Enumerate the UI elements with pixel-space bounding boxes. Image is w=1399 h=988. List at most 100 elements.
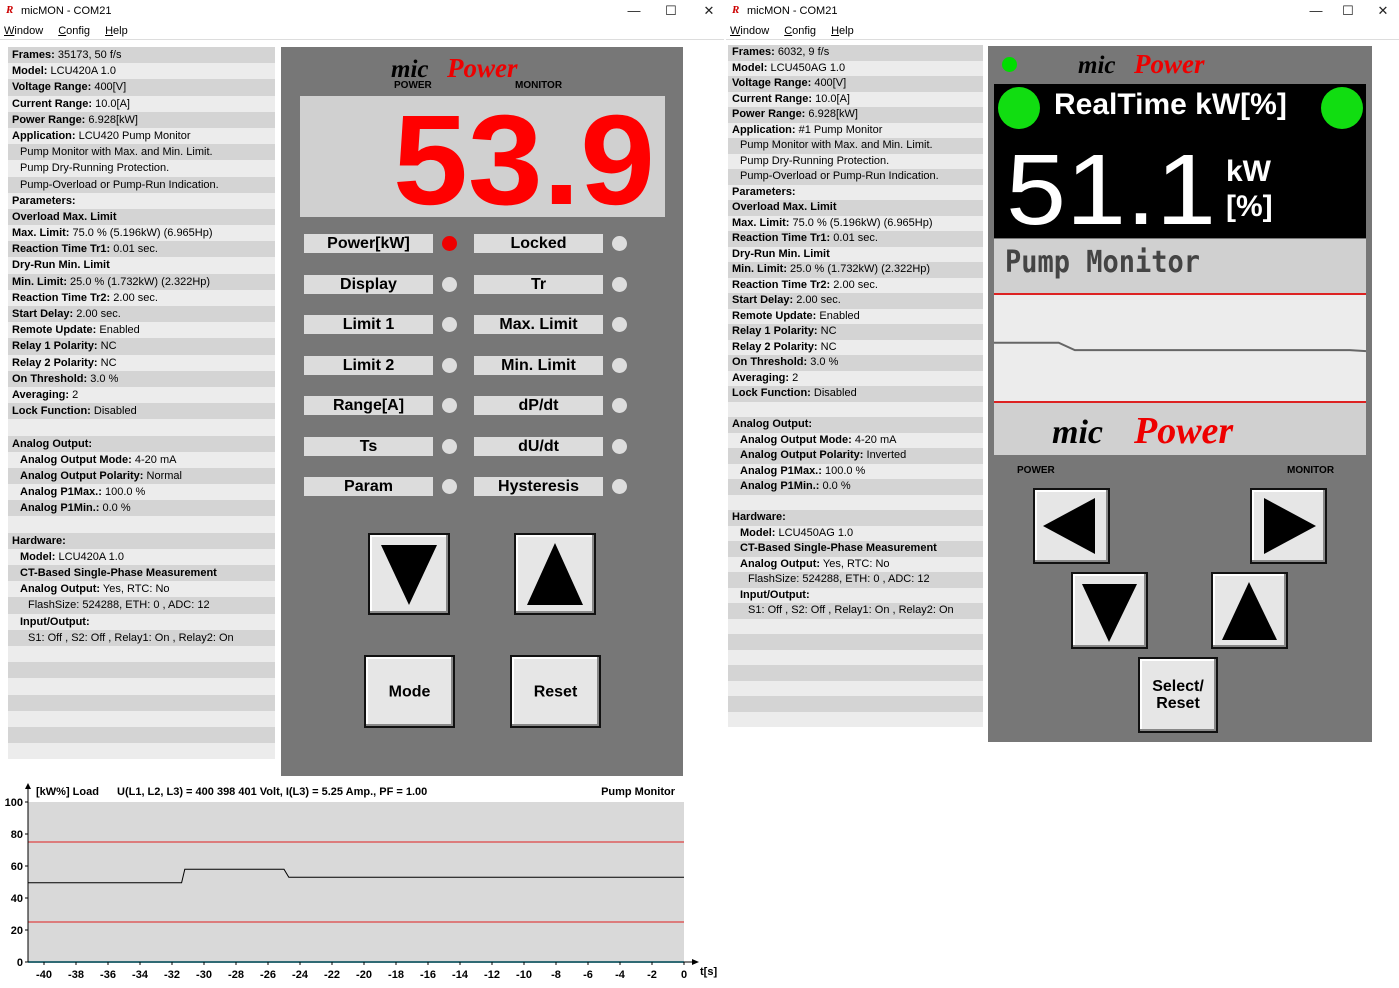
left-arrow-button[interactable]: [1033, 488, 1110, 564]
info-row: Analog Output: Yes, RTC: No: [728, 556, 983, 572]
info-key: Voltage Range:: [732, 77, 812, 89]
brand-power-label: POWER: [394, 80, 432, 91]
info-value: 75.0 % (5.196kW) (6.965Hp): [789, 216, 933, 229]
info-key: Overload Max. Limit: [732, 201, 837, 213]
info-key: Averaging:: [732, 371, 790, 384]
x-tick-label: -10: [516, 969, 532, 981]
function-button[interactable]: Param: [304, 477, 433, 496]
info-row: Analog Output:: [728, 417, 983, 433]
menu-config[interactable]: Config: [58, 22, 90, 40]
info-value: Pump-Overload or Pump-Run Indication.: [20, 178, 219, 191]
info-row: [728, 618, 983, 634]
close-icon[interactable]: ✕: [1371, 2, 1395, 20]
info-row: FlashSize: 524288, ETH: 0 , ADC: 12: [8, 597, 275, 614]
x-tick-label: -6: [583, 969, 593, 981]
function-button[interactable]: Max. Limit: [474, 315, 603, 334]
info-row: [8, 516, 275, 533]
info-row: Model: LCU420A 1.0: [8, 63, 275, 80]
info-row: [8, 645, 275, 663]
info-row: Min. Limit: 25.0 % (1.732kW) (2.322Hp): [728, 262, 983, 278]
info-value: 6.928[kW]: [85, 113, 138, 126]
mode-button[interactable]: Mode: [364, 655, 455, 728]
load-chart: 020406080100-40 -38 -36 -34 -32 -30 -28 -26 -24-…: [5, 783, 717, 981]
indicator-led: [612, 317, 627, 332]
info-key: Reaction Time Tr1:: [12, 243, 111, 256]
info-value: 100.0 %: [821, 464, 866, 477]
function-button[interactable]: Display: [304, 274, 433, 294]
info-row: Reaction Time Tr1: 0.01 sec.: [8, 241, 275, 258]
info-key: CT-Based Single-Phase Measurement: [20, 567, 217, 579]
chart-ylabel: [kW%] Load: [36, 786, 99, 798]
info-value: 4-20 mA: [131, 453, 177, 466]
info-row: Pump-Overload or Pump-Run Indication.: [8, 176, 275, 193]
trend-graph: [994, 293, 1367, 403]
function-button[interactable]: Limit 1: [304, 315, 433, 334]
micpower-logo-large: mic Power: [1052, 411, 1234, 451]
info-value: NC: [817, 325, 837, 337]
info-row: Lock Function: Disabled: [728, 386, 983, 402]
info-key: Start Delay:: [12, 308, 74, 320]
up-arrow-button[interactable]: [514, 533, 596, 615]
info-value: FlashSize: 524288, ETH: 0 , ADC: 12: [748, 573, 930, 585]
function-button[interactable]: Tr: [474, 274, 603, 294]
function-button[interactable]: Locked: [474, 234, 603, 253]
info-row: Model: LCU450AG 1.0: [728, 525, 983, 541]
micpower-logo: mic Power: [1078, 49, 1205, 79]
select-reset-button[interactable]: Select/Reset: [1138, 657, 1218, 733]
info-row: S1: Off , S2: Off , Relay1: On , Relay2:…: [728, 603, 983, 619]
function-button[interactable]: dP/dt: [474, 396, 603, 415]
right-arrow-button[interactable]: [1250, 488, 1327, 564]
maximize-icon[interactable]: ☐: [1336, 2, 1360, 20]
minimize-icon[interactable]: —: [622, 2, 646, 20]
info-value: 2.00 sec.: [73, 308, 121, 320]
device-panel: mic Power RealTime kW[%] 51.1 kW [%] Pum…: [988, 46, 1372, 742]
info-row: Hardware:: [728, 510, 983, 526]
function-button[interactable]: Min. Limit: [474, 355, 603, 375]
x-tick-label: -22: [324, 969, 340, 981]
info-value: Yes, RTC: No: [820, 557, 890, 570]
info-row: [8, 743, 275, 760]
menu-window[interactable]: Window: [730, 22, 769, 40]
x-tick-label: -2: [647, 969, 657, 981]
menu-window[interactable]: Window: [4, 22, 43, 40]
info-row: Analog Output: Yes, RTC: No: [8, 581, 275, 598]
function-button[interactable]: Hysteresis: [474, 477, 603, 496]
function-button[interactable]: dU/dt: [474, 436, 603, 456]
info-value: S1: Off , S2: Off , Relay1: On , Relay2:…: [748, 604, 954, 616]
info-key: Parameters:: [732, 185, 796, 198]
down-arrow-button[interactable]: [1071, 572, 1148, 649]
menu-help[interactable]: Help: [831, 22, 854, 40]
info-value: Yes, RTC: No: [100, 583, 170, 596]
info-key: Analog Output Mode:: [740, 433, 852, 446]
function-button[interactable]: Ts: [304, 436, 433, 456]
maximize-icon[interactable]: ☐: [659, 2, 683, 20]
function-button[interactable]: Limit 2: [304, 355, 433, 375]
lcd-unit-kw: kW: [1226, 155, 1272, 188]
arrow-down-icon: [1082, 584, 1137, 642]
menu-config[interactable]: Config: [784, 22, 816, 40]
title-bar[interactable]: R micMON - COM21 — ☐ ✕: [726, 0, 1399, 22]
lcd-unit-percent: [%]: [1226, 190, 1273, 223]
info-row: Analog Output Polarity: Inverted: [728, 448, 983, 464]
info-value: S1: Off , S2: Off , Relay1: On , Relay2:…: [28, 631, 234, 644]
reset-button[interactable]: Reset: [510, 655, 601, 728]
menu-bar: Window Config Help: [0, 22, 724, 40]
title-bar[interactable]: R micMON - COM21 — ☐ ✕: [0, 0, 724, 22]
info-value: NC: [817, 340, 837, 353]
function-button[interactable]: Range[A]: [304, 396, 433, 415]
x-tick-label: -38: [68, 969, 84, 981]
info-key: Reaction Time Tr1:: [732, 232, 831, 244]
minimize-icon[interactable]: —: [1304, 2, 1328, 20]
down-arrow-button[interactable]: [368, 533, 450, 615]
function-button[interactable]: Power[kW]: [304, 234, 433, 253]
info-value: Normal: [143, 469, 182, 482]
up-arrow-button[interactable]: [1211, 572, 1288, 649]
close-icon[interactable]: ✕: [697, 2, 721, 20]
chart-plot-area: [28, 802, 684, 962]
chart-title: U(L1, L2, L3) = 400 398 401 Volt, I(L3) …: [117, 786, 427, 798]
info-row: [728, 649, 983, 665]
info-row: Remote Update: Enabled: [728, 308, 983, 324]
info-key: Frames:: [732, 46, 775, 58]
info-key: Analog P1Max.:: [20, 486, 102, 499]
menu-help[interactable]: Help: [105, 22, 128, 40]
